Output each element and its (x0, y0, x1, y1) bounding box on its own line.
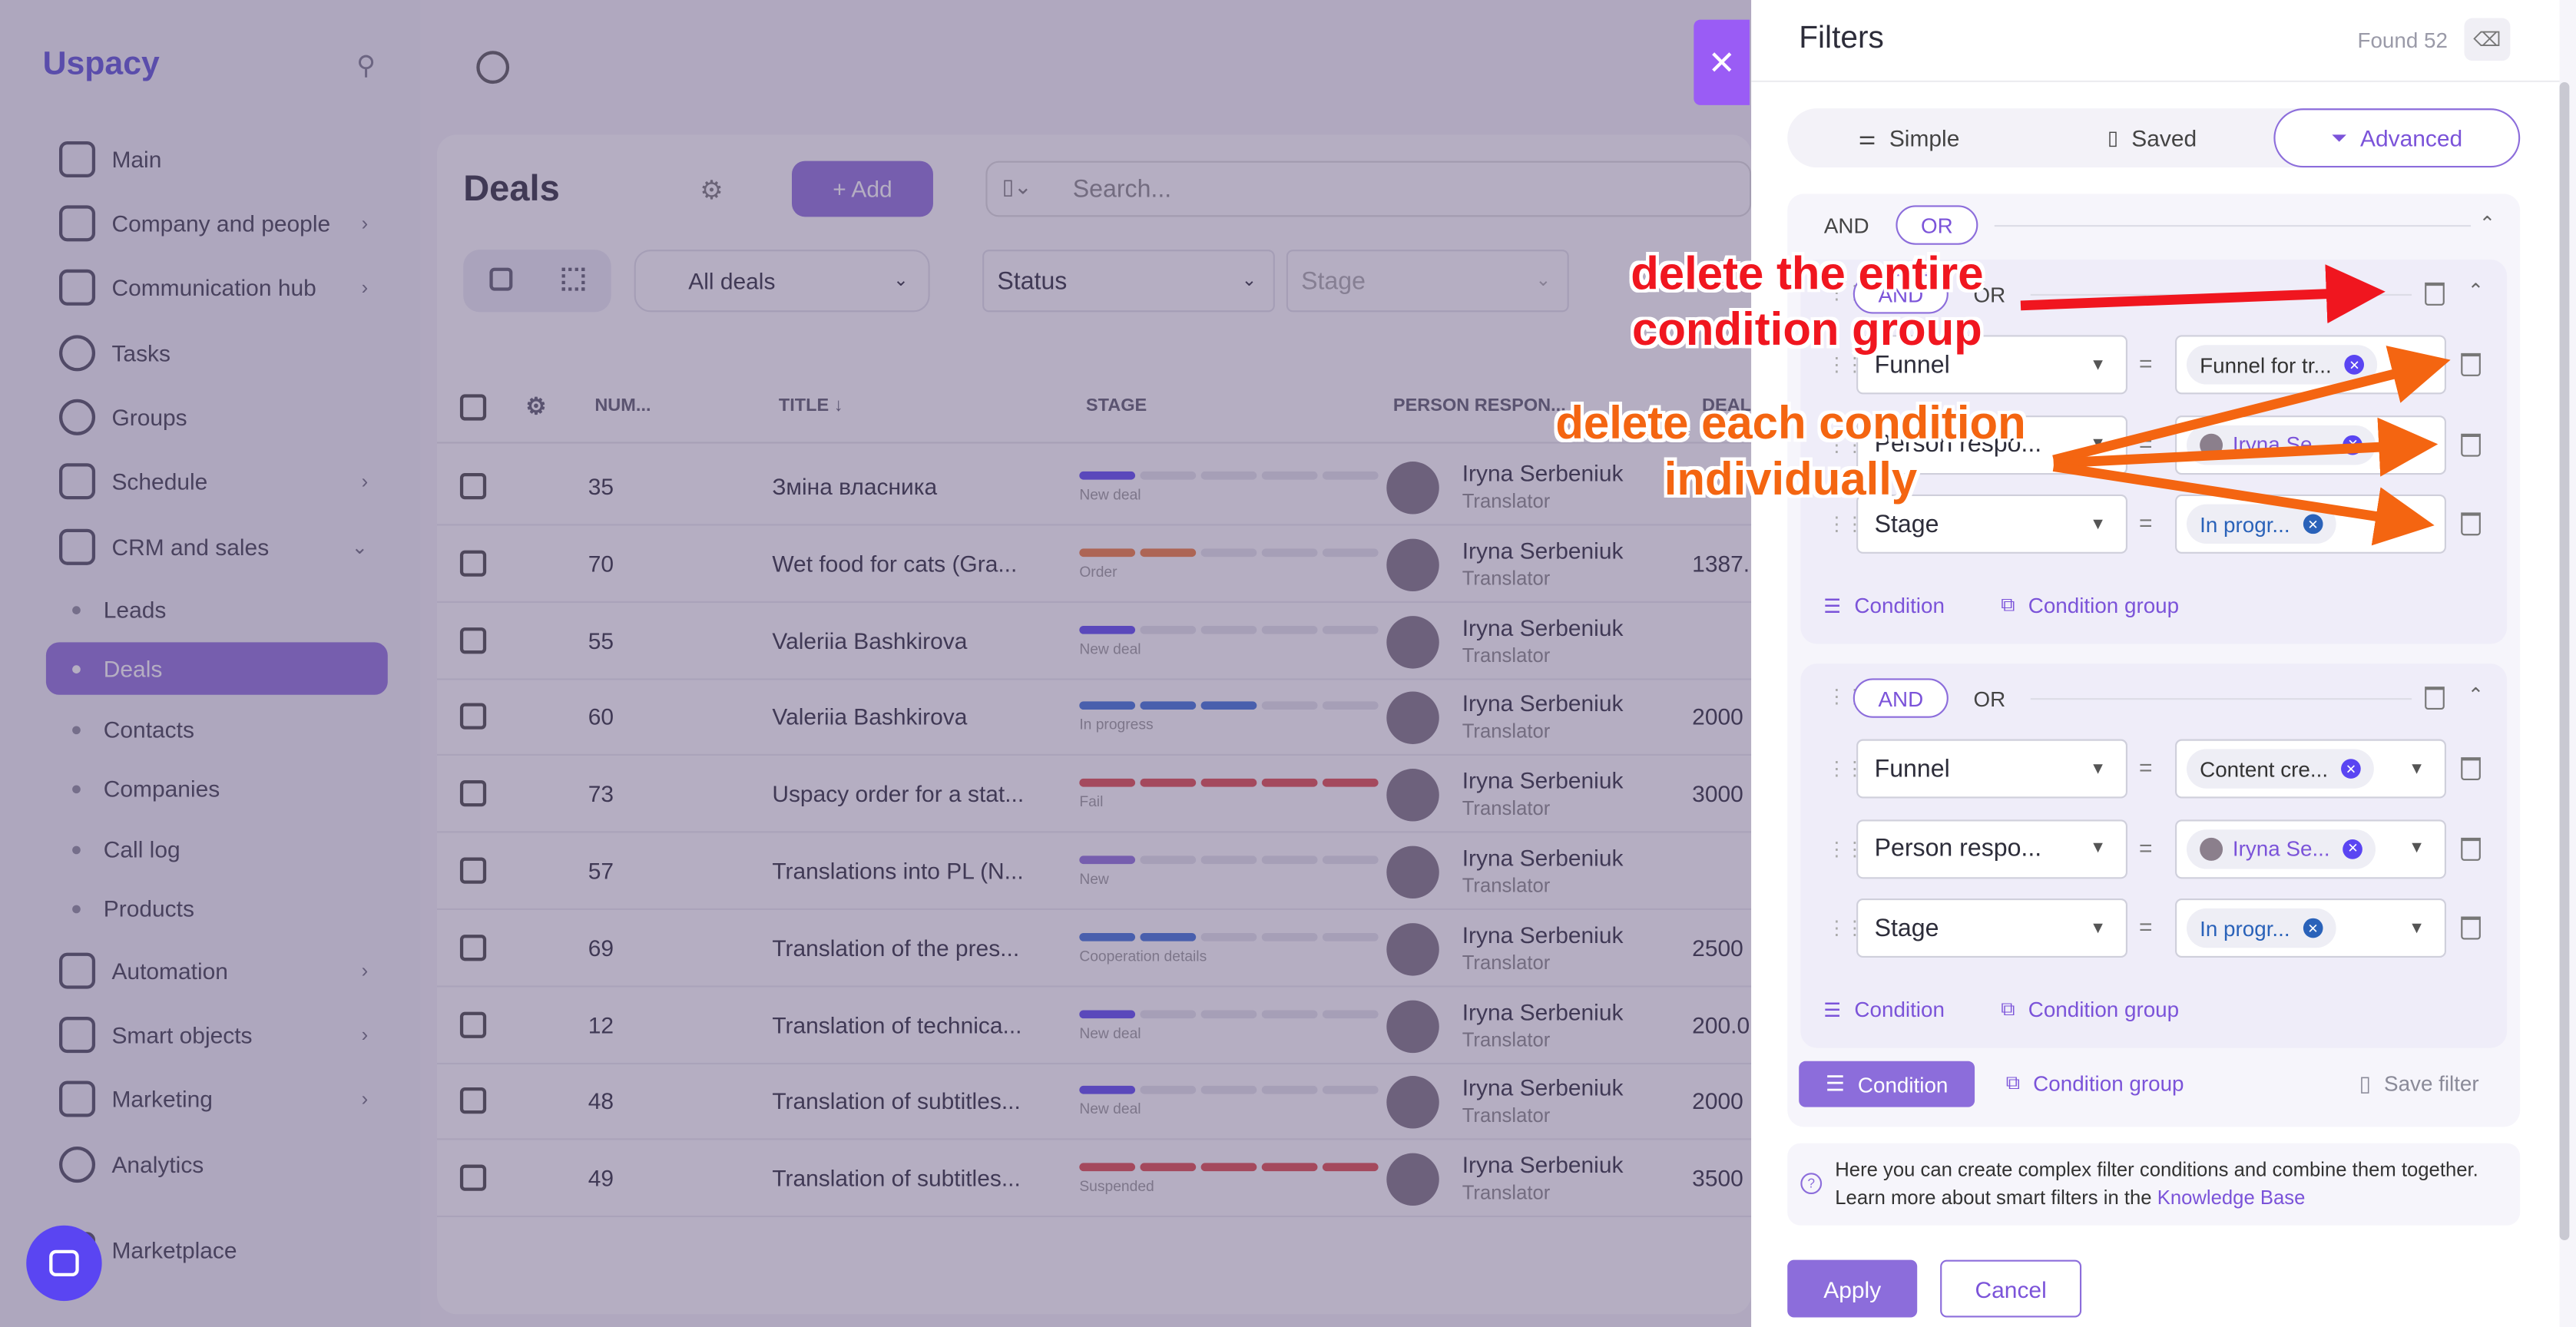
modal-overlay[interactable] (0, 0, 1752, 1327)
add-group-icon: ⧉ (2001, 997, 2015, 1021)
condition-field-select[interactable]: Person respo... ▼ (1856, 819, 2128, 879)
cancel-button[interactable]: Cancel (1940, 1259, 2082, 1318)
remove-chip-icon[interactable]: ✕ (2341, 759, 2361, 779)
annotation-delete-group: delete the entire condition group (1631, 247, 1984, 356)
collapse-icon[interactable]: ⌃ (2468, 683, 2485, 707)
condition-group-2: ⋮⋮ AND OR ⌃ ⋮⋮ Funnel ▼ = Content cre... ✕ ▼ ⋮⋮… (1800, 664, 2508, 1048)
and-toggle[interactable]: AND (1797, 205, 1896, 244)
chevron-down-icon: ▼ (2090, 435, 2107, 454)
value-chip[interactable]: In progr... ✕ (2187, 908, 2336, 948)
condition-value-select[interactable]: In progr... ✕ ▼ (2175, 898, 2446, 958)
condition-value-select[interactable]: Iryna Se... ✕ ▼ (2175, 415, 2446, 475)
condition-field-select[interactable]: Stage ▼ (1856, 898, 2128, 958)
save-filter-button[interactable]: ▯ Save filter (2359, 1071, 2479, 1097)
chevron-down-icon: ▼ (2090, 839, 2107, 858)
help-text: Here you can create complex filter condi… (1835, 1157, 2478, 1210)
bookmark-icon: ▯ (2359, 1071, 2371, 1096)
chevron-down-icon: ▼ (2408, 515, 2425, 534)
value-chip[interactable]: Iryna Se... ✕ (2187, 424, 2376, 465)
add-condition-group-link[interactable]: ⧉ Condition group (2006, 1071, 2184, 1096)
add-condition-link[interactable]: ☰ Condition (1823, 997, 1945, 1021)
remove-chip-icon[interactable]: ✕ (2344, 355, 2365, 375)
delete-condition-trash-icon[interactable] (2461, 757, 2481, 781)
value-chip[interactable]: In progr... ✕ (2187, 504, 2336, 544)
chat-widget-button[interactable] (26, 1225, 102, 1302)
outer-logic-toggle: AND OR (1797, 205, 1978, 245)
delete-condition-trash-icon[interactable] (2461, 352, 2481, 376)
close-filters-button[interactable]: ✕ (1694, 19, 1750, 105)
close-icon: ✕ (1707, 45, 1736, 81)
add-list-icon: ☰ (1823, 594, 1842, 617)
delete-condition-trash-icon[interactable] (2461, 836, 2481, 860)
and-toggle[interactable]: AND (1853, 678, 1949, 718)
filter-mode-tabs: ⚌ Simple ▯ Saved ⏷ Advanced (1787, 108, 2521, 168)
tab-simple[interactable]: ⚌ Simple (1787, 108, 2031, 167)
chevron-down-icon: ▼ (2090, 356, 2107, 374)
avatar (2200, 432, 2223, 456)
eraser-icon: ⌫ (2473, 28, 2502, 51)
chevron-down-icon: ▼ (2090, 918, 2107, 938)
add-condition-button[interactable]: ☰ Condition (1799, 1061, 1975, 1107)
chevron-down-icon: ▼ (2408, 918, 2425, 938)
delete-group-trash-icon[interactable] (2425, 687, 2445, 710)
value-chip[interactable]: Iryna Se... ✕ (2187, 829, 2376, 869)
delete-condition-trash-icon[interactable] (2461, 512, 2481, 536)
collapse-icon[interactable]: ⌃ (2479, 212, 2496, 235)
equals-operator[interactable]: = (2139, 509, 2153, 535)
add-list-icon: ☰ (1825, 1071, 1845, 1096)
add-list-icon: ☰ (1823, 998, 1842, 1021)
chat-icon (49, 1249, 79, 1277)
chevron-down-icon: ▼ (2408, 759, 2425, 778)
add-condition-link[interactable]: ☰ Condition (1823, 593, 1945, 617)
panel-scrollbar[interactable] (2559, 81, 2570, 1240)
or-toggle[interactable]: OR (1896, 205, 1978, 245)
remove-chip-icon[interactable]: ✕ (2303, 918, 2323, 938)
found-count: Found 52 (2357, 28, 2448, 53)
chevron-down-icon: ▼ (2408, 435, 2425, 454)
group-logic-toggle: AND OR (1853, 678, 2031, 718)
avatar (2200, 836, 2223, 860)
equals-operator[interactable]: = (2139, 429, 2153, 455)
or-toggle[interactable]: OR (1949, 678, 2031, 717)
filter-icon: ⏷ (2331, 125, 2347, 149)
knowledge-base-link[interactable]: Knowledge Base (2157, 1186, 2306, 1209)
chevron-down-icon: ▼ (2090, 759, 2107, 778)
add-group-icon: ⧉ (2001, 593, 2015, 617)
condition-value-select[interactable]: Iryna Se... ✕ ▼ (2175, 819, 2446, 879)
condition-value-select[interactable]: In progr... ✕ ▼ (2175, 494, 2446, 554)
bookmark-icon: ▯ (2107, 126, 2119, 150)
chevron-down-icon: ▼ (2408, 356, 2425, 374)
condition-field-select[interactable]: Funnel ▼ (1856, 739, 2128, 799)
remove-chip-icon[interactable]: ✕ (2343, 434, 2363, 455)
tab-advanced[interactable]: ⏷ Advanced (2273, 108, 2521, 168)
apply-button[interactable]: Apply (1787, 1259, 1918, 1318)
tab-saved[interactable]: ▯ Saved (2031, 108, 2274, 167)
add-group-icon: ⧉ (2005, 1071, 2021, 1094)
equals-operator[interactable]: = (2139, 913, 2153, 939)
remove-chip-icon[interactable]: ✕ (2303, 514, 2323, 534)
delete-condition-trash-icon[interactable] (2461, 916, 2481, 940)
equals-operator[interactable]: = (2139, 754, 2153, 780)
filters-title: Filters (1799, 21, 1884, 56)
value-chip[interactable]: Content cre... ✕ (2187, 749, 2374, 789)
condition-value-select[interactable]: Content cre... ✕ ▼ (2175, 739, 2446, 799)
condition-value-select[interactable]: Funnel for tr... ✕ ▼ (2175, 335, 2446, 395)
delete-group-trash-icon[interactable] (2425, 282, 2445, 306)
equals-operator[interactable]: = (2139, 834, 2153, 860)
collapse-icon[interactable]: ⌃ (2468, 280, 2485, 303)
equals-operator[interactable]: = (2139, 350, 2153, 376)
chevron-down-icon: ▼ (2090, 515, 2107, 534)
delete-condition-trash-icon[interactable] (2461, 432, 2481, 456)
sliders-icon: ⚌ (1858, 126, 1876, 150)
remove-chip-icon[interactable]: ✕ (2343, 838, 2363, 859)
add-condition-group-link[interactable]: ⧉ Condition group (2001, 997, 2179, 1021)
value-chip[interactable]: Funnel for tr... ✕ (2187, 345, 2378, 385)
chevron-down-icon: ▼ (2408, 839, 2425, 858)
clear-filters-button[interactable]: ⌫ (2464, 18, 2511, 61)
annotation-delete-condition: delete each condition individually (1555, 397, 2026, 505)
question-icon: ? (1800, 1173, 1823, 1195)
add-condition-group-link[interactable]: ⧉ Condition group (2001, 593, 2179, 617)
